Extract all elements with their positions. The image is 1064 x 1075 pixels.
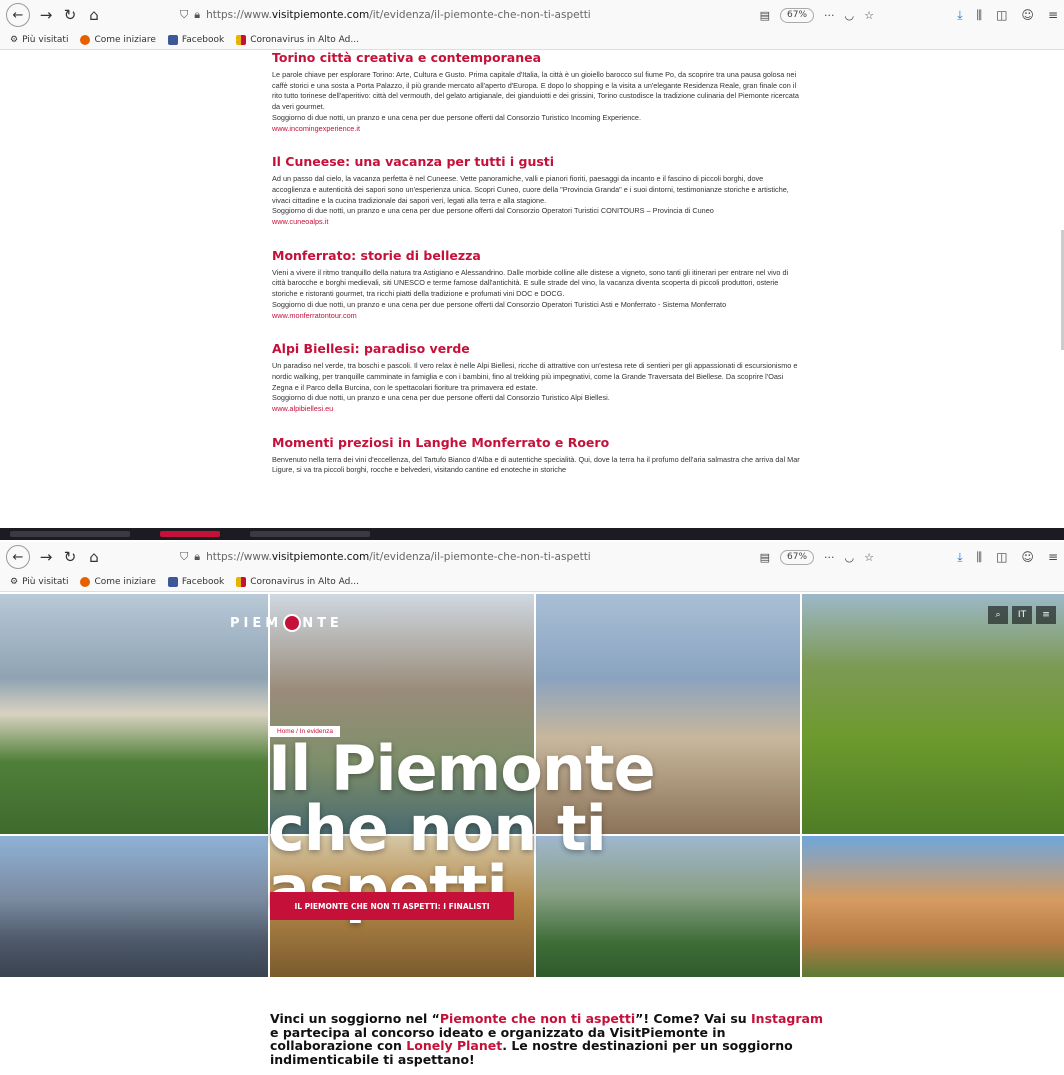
section-monferrato: Monferrato: storie di bellezza Vieni a v… [272, 248, 802, 322]
tab[interactable] [250, 531, 370, 537]
tab[interactable] [10, 531, 130, 537]
navigation-bar: ← → ↻ ⌂ ⛉ 🔒︎ https://www.visitpiemonte.c… [0, 542, 1064, 572]
bookmark-coronavirus[interactable]: Coronavirus in Alto Ad... [236, 34, 359, 45]
section-offer: Soggiorno di due notti, un pranzo e una … [272, 393, 610, 403]
pocket-icon[interactable]: ◡ [845, 551, 855, 564]
zoom-level[interactable]: 67% [780, 7, 815, 23]
facebook-icon [167, 34, 178, 45]
pocket-icon[interactable]: ◡ [845, 9, 855, 22]
finalists-button[interactable]: IL PIEMONTE CHE NON TI ASPETTI: I FINALI… [270, 892, 514, 920]
bookmark-star-icon[interactable]: ☆ [864, 9, 874, 22]
section-title: Alpi Biellesi: paradiso verde [272, 341, 470, 357]
home-icon[interactable]: ⌂ [82, 546, 106, 568]
zoom-level[interactable]: 67% [780, 549, 815, 565]
reload-icon[interactable]: ↻ [58, 546, 82, 568]
article-content: Torino città creativa e contemporanea Le… [0, 50, 1064, 528]
reader-view-icon[interactable]: ▤ [760, 551, 770, 564]
section-alpi-biellesi: Alpi Biellesi: paradiso verde Un paradis… [272, 341, 802, 415]
hamburger-menu-icon[interactable]: ≡ [1036, 606, 1056, 624]
shield-icon[interactable]: ⛉ [180, 550, 188, 564]
page-actions-icon[interactable]: ··· [824, 9, 835, 22]
navigation-bar: ← → ↻ ⌂ ⛉ 🔒︎ https://www.visitpiemonte.c… [0, 0, 1064, 30]
back-icon[interactable]: ← [6, 545, 30, 569]
hero-banner: PIEM NTE ⌕ IT ≡ Home / In evidenza Il Pie… [0, 594, 1064, 977]
menu-icon[interactable]: ≡ [1048, 8, 1058, 23]
section-title: Il Cuneese: una vacanza per tutti i gust… [272, 154, 555, 170]
gear-icon: ⚙ [10, 576, 19, 587]
section-title: Monferrato: storie di bellezza [272, 247, 481, 263]
bookmark-getting-started[interactable]: Come iniziare [80, 576, 156, 587]
back-icon[interactable]: ← [6, 3, 30, 27]
bookmark-most-visited[interactable]: ⚙ Più visitati [10, 35, 68, 45]
search-icon[interactable]: ⌕ [988, 606, 1008, 624]
firefox-icon [80, 34, 91, 45]
lock-icon[interactable]: 🔒︎ [194, 550, 200, 564]
photo-sanctuary [0, 594, 268, 834]
home-icon[interactable]: ⌂ [82, 4, 106, 26]
photo-monviso [0, 836, 268, 977]
instagram-link[interactable]: Instagram [751, 1011, 823, 1026]
url-text[interactable]: https://www.visitpiemonte.com/it/evidenz… [206, 551, 591, 563]
extension-icon[interactable]: ☺ [1021, 8, 1034, 23]
firefox-icon [80, 576, 91, 587]
bookmark-most-visited[interactable]: ⚙ Più visitati [10, 577, 68, 587]
bookmark-coronavirus[interactable]: Coronavirus in Alto Ad... [236, 576, 359, 587]
section-offer: Soggiorno di due notti, un pranzo e una … [272, 206, 714, 216]
bookmark-facebook[interactable]: Facebook [167, 576, 224, 587]
section-link[interactable]: www.monferratontour.com [272, 311, 802, 322]
menu-icon[interactable]: ≡ [1048, 550, 1058, 565]
browser-chrome-bottom: ← → ↻ ⌂ ⛉ 🔒︎ https://www.visitpiemonte.c… [0, 542, 1064, 592]
extension-icon[interactable]: ☺ [1021, 550, 1034, 565]
facebook-icon [167, 576, 178, 587]
bookmark-facebook[interactable]: Facebook [167, 34, 224, 45]
tab-strip [0, 528, 1064, 540]
section-offer: Soggiorno di due notti, un pranzo e una … [272, 112, 641, 122]
sidebar-icon[interactable]: ◫ [996, 550, 1007, 565]
bookmark-getting-started[interactable]: Come iniziare [80, 34, 156, 45]
browser-chrome-top: ← → ↻ ⌂ ⛉ 🔒︎ https://www.visitpiemonte.c… [0, 0, 1064, 50]
section-torino: Torino città creativa e contemporanea Le… [272, 50, 802, 134]
page-actions-icon[interactable]: ··· [824, 551, 835, 564]
section-link[interactable]: www.incomingexperience.it [272, 124, 802, 135]
bookmarks-toolbar: ⚙ Più visitati Come iniziare Facebook Cor… [0, 30, 1064, 50]
tab-active[interactable] [160, 531, 220, 537]
reload-icon[interactable]: ↻ [58, 4, 82, 26]
language-selector[interactable]: IT [1012, 606, 1032, 624]
hero-toolbar: ⌕ IT ≡ [988, 606, 1056, 624]
section-body: Vieni a vivere il ritmo tranquillo della… [272, 267, 789, 299]
logo-circle-icon [283, 614, 302, 632]
photo-castle [802, 836, 1064, 977]
bookmarks-toolbar: ⚙ Più visitati Come iniziare Facebook Cor… [0, 572, 1064, 592]
library-icon[interactable]: ⫼ [977, 8, 983, 23]
library-icon[interactable]: ⫼ [977, 550, 983, 565]
shield-icon[interactable]: ⛉ [180, 8, 188, 22]
section-body: Benvenuto nella terra dei vini d'eccelle… [272, 454, 800, 475]
bookmark-star-icon[interactable]: ☆ [864, 551, 874, 564]
lock-icon[interactable]: 🔒︎ [194, 8, 200, 22]
section-body: Le parole chiave per esplorare Torino: A… [272, 70, 799, 112]
section-body: Un paradiso nel verde, tra boschi e pasc… [272, 361, 798, 392]
section-title: Torino città creativa e contemporanea [272, 50, 542, 65]
section-link[interactable]: www.alpibiellesi.eu [272, 404, 802, 415]
gear-icon: ⚙ [10, 34, 19, 45]
download-icon[interactable]: ⤓ [957, 8, 962, 23]
url-text[interactable]: https://www.visitpiemonte.com/it/evidenz… [206, 9, 591, 21]
reader-view-icon[interactable]: ▤ [760, 9, 770, 22]
download-icon[interactable]: ⤓ [957, 550, 962, 565]
section-title: Momenti preziosi in Langhe Monferrato e … [272, 434, 610, 450]
news-icon [236, 576, 247, 587]
section-langhe: Momenti preziosi in Langhe Monferrato e … [272, 435, 802, 476]
forward-icon[interactable]: → [34, 546, 58, 568]
piemonte-logo[interactable]: PIEM NTE [230, 614, 343, 632]
section-offer: Soggiorno di due notti, un pranzo e una … [272, 299, 727, 309]
section-cuneese: Il Cuneese: una vacanza per tutti i gust… [272, 154, 802, 228]
news-icon [236, 34, 247, 45]
sidebar-icon[interactable]: ◫ [996, 8, 1007, 23]
intro-text: Vinci un soggiorno nel “Piemonte che non… [270, 1011, 824, 1067]
section-body: Ad un passo dal cielo, la vacanza perfet… [272, 174, 789, 205]
section-link[interactable]: www.cuneoalps.it [272, 217, 802, 228]
forward-icon[interactable]: → [34, 4, 58, 26]
photo-vineyards [802, 594, 1064, 834]
